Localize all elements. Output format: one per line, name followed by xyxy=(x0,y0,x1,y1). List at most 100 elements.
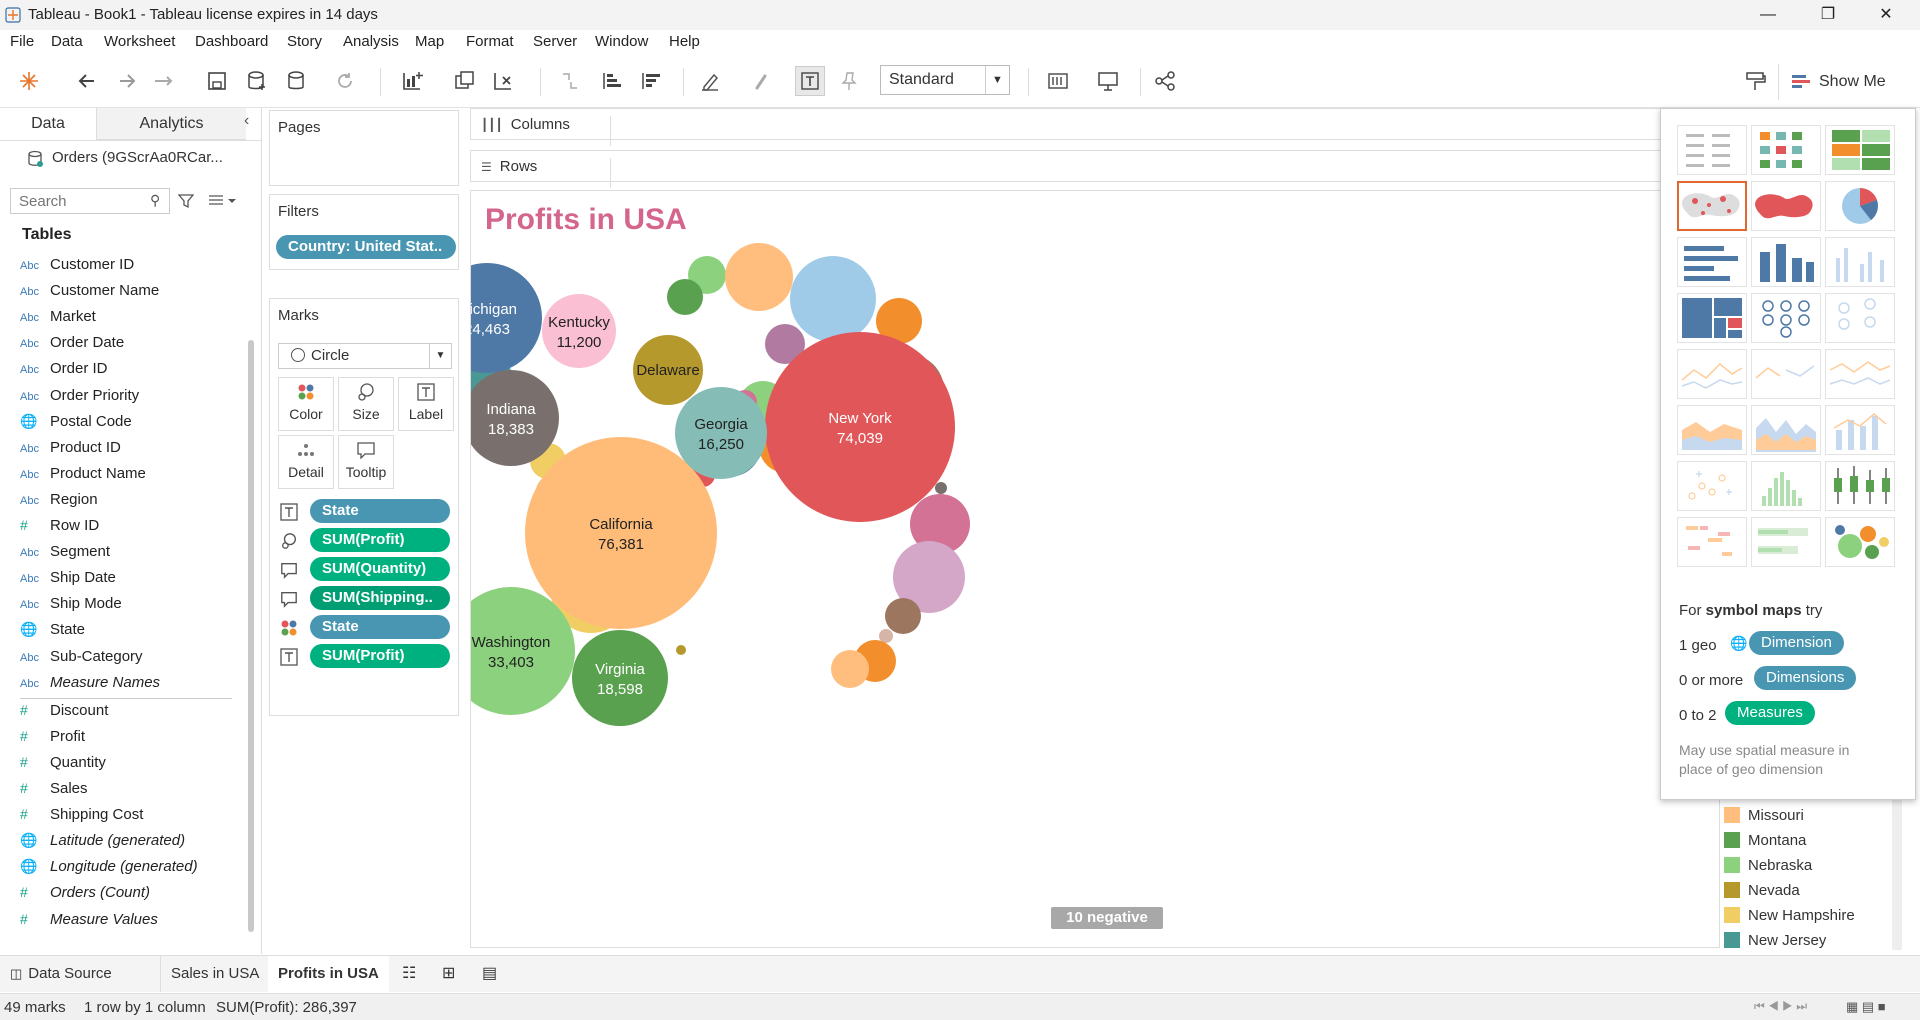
tab-analytics[interactable]: Analytics xyxy=(96,108,246,140)
filter-icon[interactable] xyxy=(178,193,194,209)
search-icon[interactable]: ⚲ xyxy=(150,192,160,209)
bubble-virginia[interactable] xyxy=(572,630,668,726)
filled-map-thumb[interactable] xyxy=(1751,181,1821,231)
field-item[interactable]: # Sales xyxy=(20,780,88,802)
histogram-thumb[interactable] xyxy=(1751,461,1821,511)
marks-pill-state-color[interactable]: State xyxy=(310,615,450,639)
restore-button[interactable]: ❐ xyxy=(1804,0,1852,30)
bubble-kentucky[interactable] xyxy=(542,294,616,368)
symbol-map-thumb[interactable] xyxy=(1677,181,1747,231)
field-item[interactable]: Abc Product ID xyxy=(20,439,121,461)
dual-lines-thumb[interactable] xyxy=(1825,349,1895,399)
field-item[interactable]: # Row ID xyxy=(20,517,99,539)
pages-card[interactable]: Pages xyxy=(269,110,459,186)
marks-pill-state-label[interactable]: State xyxy=(310,499,450,523)
share-icon[interactable] xyxy=(1150,66,1180,96)
duplicate-sheet-icon[interactable] xyxy=(450,66,480,96)
field-item[interactable]: Abc Ship Date xyxy=(20,569,116,591)
menu-analysis[interactable]: Analysis xyxy=(343,33,399,50)
mark-type-select[interactable]: Circle ▼ xyxy=(278,343,452,369)
area-discrete-thumb[interactable] xyxy=(1677,405,1747,455)
view-options-icon[interactable] xyxy=(208,194,238,208)
save-icon[interactable] xyxy=(202,66,232,96)
menu-data[interactable]: Data xyxy=(51,33,83,50)
scrollbar[interactable] xyxy=(248,340,254,932)
group-members-icon[interactable] xyxy=(745,66,775,96)
search-input[interactable] xyxy=(10,188,170,214)
menu-format[interactable]: Format xyxy=(466,33,514,50)
columns-shelf[interactable]: ┃┃┃ Columns xyxy=(470,108,1720,146)
field-item[interactable]: # Profit xyxy=(20,728,85,750)
undo-icon[interactable] xyxy=(72,66,102,96)
field-item[interactable]: Abc Region xyxy=(20,491,98,513)
field-item[interactable]: # Shipping Cost xyxy=(20,806,143,828)
negative-values-indicator[interactable]: 10 negative xyxy=(1051,907,1163,929)
field-item[interactable]: # Discount xyxy=(20,702,108,724)
field-item[interactable]: Abc Sub-Category xyxy=(20,648,143,670)
marks-pill-profit-size[interactable]: SUM(Profit) xyxy=(310,528,450,552)
field-item[interactable]: # Measure Values xyxy=(20,911,158,933)
new-worksheet-tab-icon[interactable]: ☷ xyxy=(392,956,426,992)
sort-descending-icon[interactable] xyxy=(636,66,666,96)
sheet-navigation-icon[interactable]: ⏮ ◀ ▶ ⏭ xyxy=(1754,999,1807,1014)
bubble-new-york[interactable] xyxy=(765,332,955,522)
field-item[interactable]: 🌐 State xyxy=(20,621,85,643)
packed-bubbles-thumb[interactable] xyxy=(1825,517,1895,567)
gantt-chart-thumb[interactable] xyxy=(1677,517,1747,567)
format-painter-icon[interactable] xyxy=(1740,66,1770,96)
field-item[interactable]: Abc Customer Name xyxy=(20,282,159,304)
horizontal-bars-thumb[interactable] xyxy=(1677,237,1747,287)
clear-sheet-icon[interactable] xyxy=(488,66,518,96)
field-item[interactable]: # Orders (Count) xyxy=(20,884,150,906)
pie-chart-thumb[interactable] xyxy=(1825,181,1895,231)
new-story-tab-icon[interactable]: ▤ xyxy=(472,956,507,992)
replay-icon[interactable] xyxy=(150,66,180,96)
bubble[interactable] xyxy=(725,243,793,311)
highlight-icon[interactable] xyxy=(695,66,725,96)
show-me-button[interactable]: Show Me xyxy=(1778,64,1916,100)
scatter-plot-thumb[interactable] xyxy=(1677,461,1747,511)
filter-pill-country[interactable]: Country: United Stat.. xyxy=(276,235,456,259)
bubble[interactable] xyxy=(667,279,703,315)
bubble-michigan[interactable] xyxy=(471,263,542,373)
close-window-button[interactable]: ✕ xyxy=(1862,0,1910,30)
circle-views-thumb[interactable] xyxy=(1751,293,1821,343)
bubble-california[interactable] xyxy=(525,437,717,629)
line-discrete-thumb[interactable] xyxy=(1677,349,1747,399)
color-button[interactable]: Color xyxy=(278,377,334,431)
bullet-graph-thumb[interactable] xyxy=(1751,517,1821,567)
label-button[interactable]: Label xyxy=(398,377,454,431)
field-item[interactable]: Abc Order Date xyxy=(20,334,124,356)
minimize-button[interactable]: — xyxy=(1744,0,1792,30)
pause-updates-icon[interactable] xyxy=(282,66,312,96)
menu-server[interactable]: Server xyxy=(533,33,577,50)
legend-item[interactable]: Nevada xyxy=(1724,882,1800,904)
tab-data-source[interactable]: ◫ Data Source xyxy=(0,956,122,992)
legend-item[interactable]: Nebraska xyxy=(1724,857,1812,879)
side-by-side-circles-thumb[interactable] xyxy=(1825,293,1895,343)
bubble[interactable] xyxy=(790,256,876,342)
menu-help[interactable]: Help xyxy=(669,33,700,50)
swap-rows-columns-icon[interactable] xyxy=(555,66,585,96)
bubble[interactable] xyxy=(676,645,686,655)
new-dashboard-tab-icon[interactable]: ⊞ xyxy=(432,956,465,992)
marks-pill-quantity-tooltip[interactable]: SUM(Quantity) xyxy=(310,557,450,581)
menu-map[interactable]: Map xyxy=(415,33,444,50)
fix-axes-icon[interactable] xyxy=(834,66,864,96)
field-item[interactable]: Abc Product Name xyxy=(20,465,146,487)
menu-dashboard[interactable]: Dashboard xyxy=(195,33,268,50)
field-item[interactable]: Abc Segment xyxy=(20,543,110,565)
field-item[interactable]: 🌐 Postal Code xyxy=(20,413,132,435)
field-item[interactable]: Abc Ship Mode xyxy=(20,595,122,617)
menu-file[interactable]: File xyxy=(10,33,34,50)
bubble-georgia[interactable] xyxy=(675,387,767,479)
bubble[interactable] xyxy=(935,482,947,494)
presentation-mode-icon[interactable] xyxy=(1093,66,1123,96)
field-item[interactable]: 🌐 Latitude (generated) xyxy=(20,832,185,854)
menu-story[interactable]: Story xyxy=(287,33,322,50)
field-item[interactable]: # Quantity xyxy=(20,754,106,776)
symbol-heat-map-thumb[interactable] xyxy=(1751,125,1821,175)
field-item[interactable]: Abc Order Priority xyxy=(20,387,139,409)
menu-window[interactable]: Window xyxy=(595,33,648,50)
collapse-pane-icon[interactable]: ‹ xyxy=(244,112,249,130)
